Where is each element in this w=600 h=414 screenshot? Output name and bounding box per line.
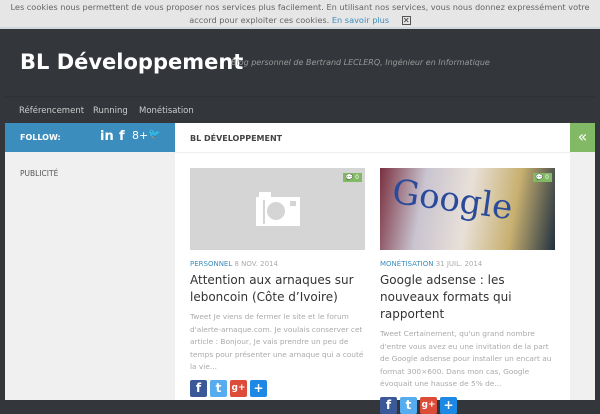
comment-count: 0: [545, 174, 549, 181]
twitter-icon[interactable]: 🐦: [148, 129, 160, 140]
page-heading: BL DÉVELOPPEMENT: [175, 123, 570, 153]
post-category[interactable]: PERSONNEL: [190, 260, 232, 268]
comment-count-badge[interactable]: 💬 0: [342, 173, 362, 182]
post-excerpt: Tweet Certainement, qu'un grand nombre d…: [380, 329, 552, 388]
facebook-share-button[interactable]: f: [380, 396, 397, 414]
site-header: BL Développement Blog personnel de Bertr…: [0, 29, 600, 123]
google-plus-icon[interactable]: 8+: [132, 129, 148, 142]
share-buttons: f t g+ +: [190, 379, 365, 397]
post-excerpt: Tweet Je viens de fermer le site et le f…: [190, 312, 364, 371]
follow-label: FOLLOW:: [20, 133, 61, 142]
post-title[interactable]: Google adsense : les nouveaux formats qu…: [380, 272, 555, 323]
nav-item-monetisation[interactable]: Monétisation: [139, 106, 194, 116]
learn-more-link[interactable]: En savoir plus: [332, 15, 389, 25]
site-tagline: Blog personnel de Bertrand LECLERQ, Ingé…: [231, 58, 490, 67]
follow-bar: FOLLOW: in f 8+ 🐦: [5, 123, 175, 152]
nav-item-referencement[interactable]: Référencement: [19, 106, 84, 116]
ad-widget-title: PUBLICITÉ: [20, 169, 59, 178]
post-thumbnail[interactable]: 💬 0: [190, 168, 365, 250]
post-date: 8 NOV. 2014: [234, 260, 278, 268]
more-share-button[interactable]: +: [250, 379, 267, 397]
comment-count: 0: [355, 174, 359, 181]
sidebar: FOLLOW: in f 8+ 🐦 PUBLICITÉ: [5, 123, 175, 400]
google-plus-share-button[interactable]: g+: [420, 396, 437, 414]
right-sidebar: «: [570, 123, 595, 400]
share-buttons: f t g+ +: [380, 396, 555, 414]
cookie-text: Les cookies nous permettent de vous prop…: [10, 2, 590, 25]
twitter-share-button[interactable]: t: [210, 379, 227, 397]
comment-count-badge[interactable]: 💬 0: [532, 173, 552, 182]
more-share-button[interactable]: +: [440, 396, 457, 414]
main-content: BL DÉVELOPPEMENT 💬 0 PERSONNEL 8 NOV. 20…: [175, 123, 570, 414]
twitter-share-button[interactable]: t: [400, 396, 417, 414]
post-card: 💬 0 PERSONNEL 8 NOV. 2014 Attention aux …: [190, 168, 365, 397]
sidebar-toggle-button[interactable]: «: [570, 123, 595, 152]
post-card: Google 💬 0 MONÉTISATION 31 JUIL. 2014 Go…: [380, 168, 555, 414]
post-category[interactable]: MONÉTISATION: [380, 260, 433, 268]
facebook-share-button[interactable]: f: [190, 379, 207, 397]
close-cookie-button[interactable]: ✕: [401, 16, 411, 25]
main-nav: Référencement Running Monétisation: [5, 96, 595, 123]
google-logo-image: Google: [389, 171, 516, 229]
nav-item-running[interactable]: Running: [93, 106, 128, 116]
google-plus-share-button[interactable]: g+: [230, 379, 247, 397]
site-title[interactable]: BL Développement: [20, 50, 243, 74]
cookie-banner: Les cookies nous permettent de vous prop…: [0, 0, 600, 29]
camera-icon: [256, 192, 300, 226]
post-title[interactable]: Attention aux arnaques sur leboncoin (Cô…: [190, 272, 365, 306]
linkedin-icon[interactable]: in: [100, 129, 114, 144]
post-date: 31 JUIL. 2014: [435, 260, 483, 268]
facebook-icon[interactable]: f: [119, 129, 125, 144]
post-thumbnail[interactable]: Google 💬 0: [380, 168, 555, 250]
